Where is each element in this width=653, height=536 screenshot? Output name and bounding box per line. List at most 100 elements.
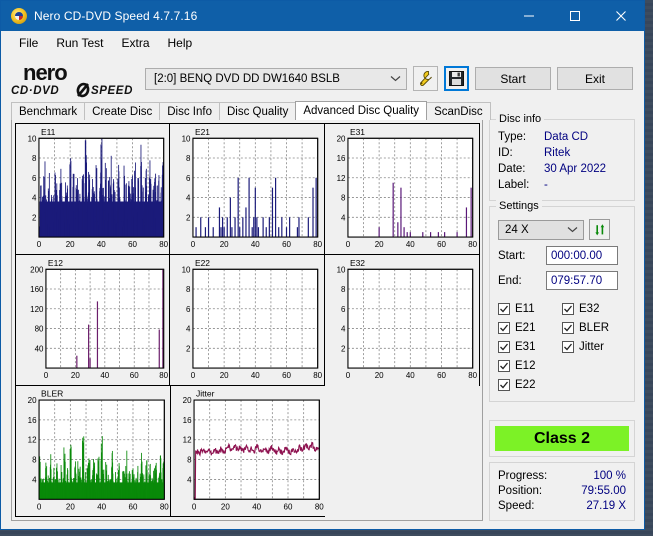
svg-text:10: 10 <box>182 134 191 143</box>
checkbox-label: E21 <box>515 321 536 334</box>
checkbox-label: BLER <box>579 321 610 334</box>
svg-text:16: 16 <box>182 416 191 425</box>
svg-text:4: 4 <box>341 324 346 333</box>
checkbox-label: Jitter <box>579 340 604 353</box>
minimize-button[interactable] <box>506 1 552 31</box>
chart-e32[interactable]: 2 4 6 8 10 0 20 40 60 80 E32 <box>323 253 480 387</box>
svg-text:0: 0 <box>43 371 48 380</box>
check-icon <box>498 359 510 372</box>
svg-text:nero: nero <box>23 60 67 85</box>
start-label: Start: <box>498 249 526 262</box>
svg-text:60: 60 <box>437 240 446 249</box>
status-row-progress: Progress: 100 % <box>498 469 626 484</box>
checkbox-e32[interactable]: E32 <box>562 299 626 318</box>
drive-select[interactable]: [2:0] BENQ DVD DD DW1640 BSLB <box>145 67 407 90</box>
check-icon <box>498 378 510 391</box>
checkbox-label: E22 <box>515 378 536 391</box>
svg-text:20: 20 <box>220 371 229 380</box>
svg-text:SPEED: SPEED <box>91 85 133 97</box>
svg-text:10: 10 <box>336 265 345 274</box>
status-value: 79:55.00 <box>581 485 626 497</box>
check-icon <box>498 340 510 353</box>
svg-text:80: 80 <box>159 371 168 380</box>
start-field-row: Start: 000:00.00 <box>498 246 626 265</box>
svg-text:E11: E11 <box>40 126 55 136</box>
checkbox-e22[interactable]: E22 <box>498 375 562 394</box>
save-button[interactable] <box>444 66 469 91</box>
tab-benchmark[interactable]: Benchmark <box>11 102 86 120</box>
tab-create-disc[interactable]: Create Disc <box>84 102 161 120</box>
svg-text:40: 40 <box>96 240 105 249</box>
svg-text:20: 20 <box>220 240 229 249</box>
chart-bler[interactable]: 4 8 12 16 20 0 20 40 60 80 BLER <box>14 385 171 518</box>
svg-text:60: 60 <box>282 240 291 249</box>
check-icon <box>498 321 510 334</box>
check-icon <box>498 302 510 315</box>
close-icon <box>616 11 626 21</box>
svg-text:2: 2 <box>32 213 37 222</box>
checkbox-jitter[interactable]: Jitter <box>562 337 626 356</box>
title-bar: Nero CD-DVD Speed 4.7.7.16 <box>1 1 644 31</box>
chart-jitter[interactable]: 4 8 12 16 20 0 20 40 60 80 Jitter <box>169 385 327 518</box>
menu-item-file[interactable]: File <box>10 33 47 53</box>
chart-row-3: 4 8 12 16 20 0 20 40 60 80 BLER 4 8 12 16 20 0 20 40 60 80 J… <box>14 385 480 518</box>
checkbox-e21[interactable]: E21 <box>498 318 562 337</box>
start-button[interactable]: Start <box>475 67 551 90</box>
svg-text:E12: E12 <box>47 258 62 268</box>
svg-text:4: 4 <box>341 213 346 222</box>
svg-text:4: 4 <box>186 324 191 333</box>
chart-e31[interactable]: 4 8 12 16 20 0 20 40 60 80 E31 <box>323 122 480 255</box>
tab-advanced-disc-quality[interactable]: Advanced Disc Quality <box>295 101 428 120</box>
svg-text:6: 6 <box>341 305 346 314</box>
svg-text:60: 60 <box>128 502 137 511</box>
refresh-arrows-icon <box>594 223 604 235</box>
refresh-button[interactable] <box>589 219 610 240</box>
svg-text:0: 0 <box>346 371 351 380</box>
svg-text:80: 80 <box>313 371 322 380</box>
svg-text:0: 0 <box>191 240 196 249</box>
svg-text:20: 20 <box>65 240 74 249</box>
svg-text:2: 2 <box>186 213 191 222</box>
start-input[interactable]: 000:00.00 <box>546 246 618 265</box>
tab-disc-info[interactable]: Disc Info <box>159 102 220 120</box>
tools-button[interactable] <box>413 66 438 91</box>
window-title: Nero CD-DVD Speed 4.7.7.16 <box>34 9 198 23</box>
close-button[interactable] <box>598 1 644 31</box>
checkbox-bler[interactable]: BLER <box>562 318 626 337</box>
floppy-disk-icon <box>449 71 464 86</box>
svg-text:20: 20 <box>70 371 79 380</box>
svg-text:60: 60 <box>282 371 291 380</box>
chart-e12[interactable]: 40 80 120 160 200 0 20 40 60 80 E12 <box>14 253 171 387</box>
svg-text:8: 8 <box>186 154 191 163</box>
menu-item-help[interactable]: Help <box>159 33 202 53</box>
check-icon <box>562 302 574 315</box>
chart-e22[interactable]: 2 4 6 8 10 0 20 40 60 80 E22 <box>169 253 325 387</box>
maximize-button[interactable] <box>552 1 598 31</box>
chart-row-2: 40 80 120 160 200 0 20 40 60 80 E12 2 4 6 8 10 0 20 40 60 8… <box>14 253 480 387</box>
disc-info-key: ID: <box>498 147 513 159</box>
svg-text:40: 40 <box>97 502 106 511</box>
svg-text:E22: E22 <box>195 258 210 268</box>
checkbox-e31[interactable]: E31 <box>498 337 562 356</box>
exit-button[interactable]: Exit <box>557 67 633 90</box>
checkbox-e11[interactable]: E11 <box>498 299 562 318</box>
svg-text:4: 4 <box>187 476 192 485</box>
chevron-down-icon <box>563 225 581 235</box>
disc-info-value: Ritek <box>544 147 571 159</box>
svg-text:8: 8 <box>186 285 191 294</box>
svg-text:40: 40 <box>251 371 260 380</box>
svg-text:20: 20 <box>336 134 345 143</box>
chart-e21[interactable]: 2 4 6 8 10 0 20 40 60 80 E21 <box>169 122 325 255</box>
menu-item-run-test[interactable]: Run Test <box>47 33 112 53</box>
checkbox-e12[interactable]: E12 <box>498 356 562 375</box>
tab-scandisc[interactable]: ScanDisc <box>426 102 491 120</box>
status-box: Progress: 100 % Position: 79:55.00 Speed… <box>489 462 635 521</box>
end-input[interactable]: 079:57.70 <box>546 271 618 290</box>
tab-disc-quality[interactable]: Disc Quality <box>219 102 297 120</box>
menu-item-extra[interactable]: Extra <box>112 33 158 53</box>
speed-select[interactable]: 24 X <box>498 219 584 240</box>
svg-text:20: 20 <box>182 396 191 405</box>
svg-text:12: 12 <box>27 436 36 445</box>
disc-info-key: Type: <box>498 131 527 143</box>
chart-e11[interactable]: 2 4 6 8 10 0 20 40 60 80 E11 <box>14 122 171 255</box>
